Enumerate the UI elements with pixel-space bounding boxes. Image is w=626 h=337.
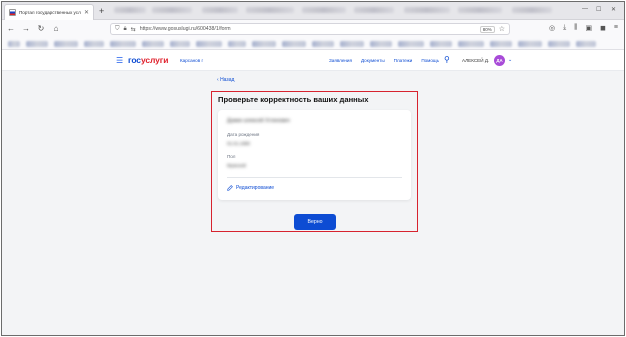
bookmark-item[interactable] — [430, 41, 452, 47]
bookmark-item[interactable] — [548, 41, 570, 47]
birth-date-value: 01.01.1990 — [227, 141, 250, 146]
blurred-tab[interactable] — [114, 7, 146, 13]
search-icon[interactable]: ⚲ — [444, 55, 450, 64]
personal-data-card: Думин алексей Устинович Дата рождения 01… — [218, 110, 411, 200]
logo-uslugi-text: услуги — [140, 55, 169, 65]
window-close-icon[interactable]: ✕ — [611, 6, 616, 13]
blurred-tab[interactable] — [458, 7, 502, 13]
sidebar-icon[interactable]: ▣ — [585, 24, 592, 32]
blurred-tab[interactable] — [152, 7, 192, 13]
close-icon[interactable]: ✕ — [84, 9, 89, 16]
address-bar[interactable]: ⛉ 🔒︎ ⇆ https://www.gosuslugi.ru/600438/1… — [110, 23, 510, 35]
bookmark-item[interactable] — [398, 41, 424, 47]
blurred-tab[interactable] — [302, 7, 346, 13]
library-icon[interactable]: ⫼ — [574, 24, 577, 32]
location-selector[interactable]: Карсанов г — [180, 58, 203, 63]
bookmark-item[interactable] — [170, 41, 190, 47]
bookmark-item[interactable] — [252, 41, 276, 47]
edit-link[interactable]: Редактирование — [227, 185, 274, 191]
user-name[interactable]: АЛЕКСЕЙ Д. — [462, 58, 489, 63]
bookmark-item[interactable] — [282, 41, 306, 47]
bookmark-item[interactable] — [228, 41, 246, 47]
blurred-tab[interactable] — [246, 7, 294, 13]
edit-label: Редактирование — [236, 185, 275, 191]
forward-arrow-icon[interactable]: → — [22, 25, 30, 33]
browser-window: Портал государственных усл ✕ + — ☐ ✕ ← →… — [1, 1, 625, 336]
active-tab[interactable]: Портал государственных усл ✕ — [4, 4, 94, 20]
tab-strip: Портал государственных усл ✕ + — ☐ ✕ — [2, 2, 624, 20]
lock-icon[interactable]: 🔒︎ — [124, 26, 127, 33]
hamburger-menu-icon[interactable]: ☰ — [116, 56, 123, 65]
back-label: Назад — [220, 77, 235, 83]
back-arrow-icon[interactable]: ← — [7, 25, 15, 33]
nav-help[interactable]: Помощь — [421, 58, 439, 63]
blurred-tab[interactable] — [512, 7, 552, 13]
bookmark-item[interactable] — [340, 41, 364, 47]
header-nav: Заявления Документы Платежи Помощь — [329, 58, 439, 63]
minimize-icon[interactable]: — — [582, 6, 588, 12]
nav-applications[interactable]: Заявления — [329, 58, 352, 63]
nav-payments[interactable]: Платежи — [394, 58, 413, 63]
bookmark-item[interactable] — [54, 41, 78, 47]
bookmark-item[interactable] — [312, 41, 334, 47]
bookmark-item[interactable] — [576, 41, 596, 47]
toolbar-right: ◎ ⤓ ⫼ ▣ ◼ ≡ — [549, 24, 618, 32]
reload-icon[interactable]: ↻ — [37, 25, 45, 33]
nav-documents[interactable]: Документы — [361, 58, 385, 63]
avatar[interactable]: ДА — [494, 55, 505, 66]
blurred-tab[interactable] — [354, 7, 394, 13]
pocket-icon[interactable]: ◎ — [549, 24, 555, 32]
bookmark-star-icon[interactable]: ☆ — [499, 25, 505, 33]
full-name-value: Думин алексей Устинович — [227, 118, 290, 124]
pencil-icon — [227, 185, 233, 191]
bookmark-item[interactable] — [458, 41, 484, 47]
bookmark-item[interactable] — [110, 41, 136, 47]
bookmarks-bar — [2, 38, 624, 50]
extension-icon[interactable]: ◼ — [600, 24, 606, 32]
birth-date-label: Дата рождения — [227, 132, 260, 137]
logo-gos-text: гос — [128, 55, 141, 65]
bookmark-item[interactable] — [26, 41, 48, 47]
sex-value: Мужской — [227, 163, 246, 168]
shield-icon[interactable]: ⛉ — [115, 26, 120, 33]
url-text[interactable]: https://www.gosuslugi.ru/600438/1/form — [140, 26, 476, 32]
bookmark-item[interactable] — [8, 41, 20, 47]
back-link[interactable]: ‹ Назад — [217, 77, 234, 83]
menu-icon[interactable]: ≡ — [614, 24, 618, 32]
blurred-tab[interactable] — [202, 7, 238, 13]
gosuslugi-favicon-icon — [9, 9, 16, 16]
new-tab-icon[interactable]: + — [99, 5, 104, 17]
gosuslugi-logo[interactable]: госуслуги — [128, 55, 168, 65]
download-icon[interactable]: ⤓ — [563, 24, 566, 32]
navigation-bar: ← → ↻ ⌂ ⛉ 🔒︎ ⇆ https://www.gosuslugi.ru/… — [2, 20, 624, 38]
tab-title: Портал государственных усл — [19, 10, 81, 15]
maximize-icon[interactable]: ☐ — [596, 6, 601, 13]
confirm-button[interactable]: Верно — [294, 214, 336, 230]
bookmark-item[interactable] — [370, 41, 392, 47]
site-header: ☰ госуслуги Карсанов г Заявления Докумен… — [2, 50, 624, 71]
bookmark-item[interactable] — [490, 41, 512, 47]
chevron-down-icon[interactable]: ⌄ — [508, 57, 512, 63]
bookmark-item[interactable] — [196, 41, 222, 47]
zoom-level[interactable]: 80% — [479, 25, 495, 33]
home-icon[interactable]: ⌂ — [52, 25, 60, 33]
bookmark-item[interactable] — [84, 41, 104, 47]
permissions-icon[interactable]: ⇆ — [131, 26, 136, 33]
page-content: ☰ госуслуги Карсанов г Заявления Докумен… — [2, 50, 624, 335]
divider — [227, 177, 402, 178]
bookmark-item[interactable] — [518, 41, 542, 47]
page-title: Проверьте корректность ваших данных — [218, 95, 369, 104]
bookmark-item[interactable] — [142, 41, 164, 47]
blurred-tab[interactable] — [404, 7, 450, 13]
sex-label: Пол — [227, 154, 236, 159]
